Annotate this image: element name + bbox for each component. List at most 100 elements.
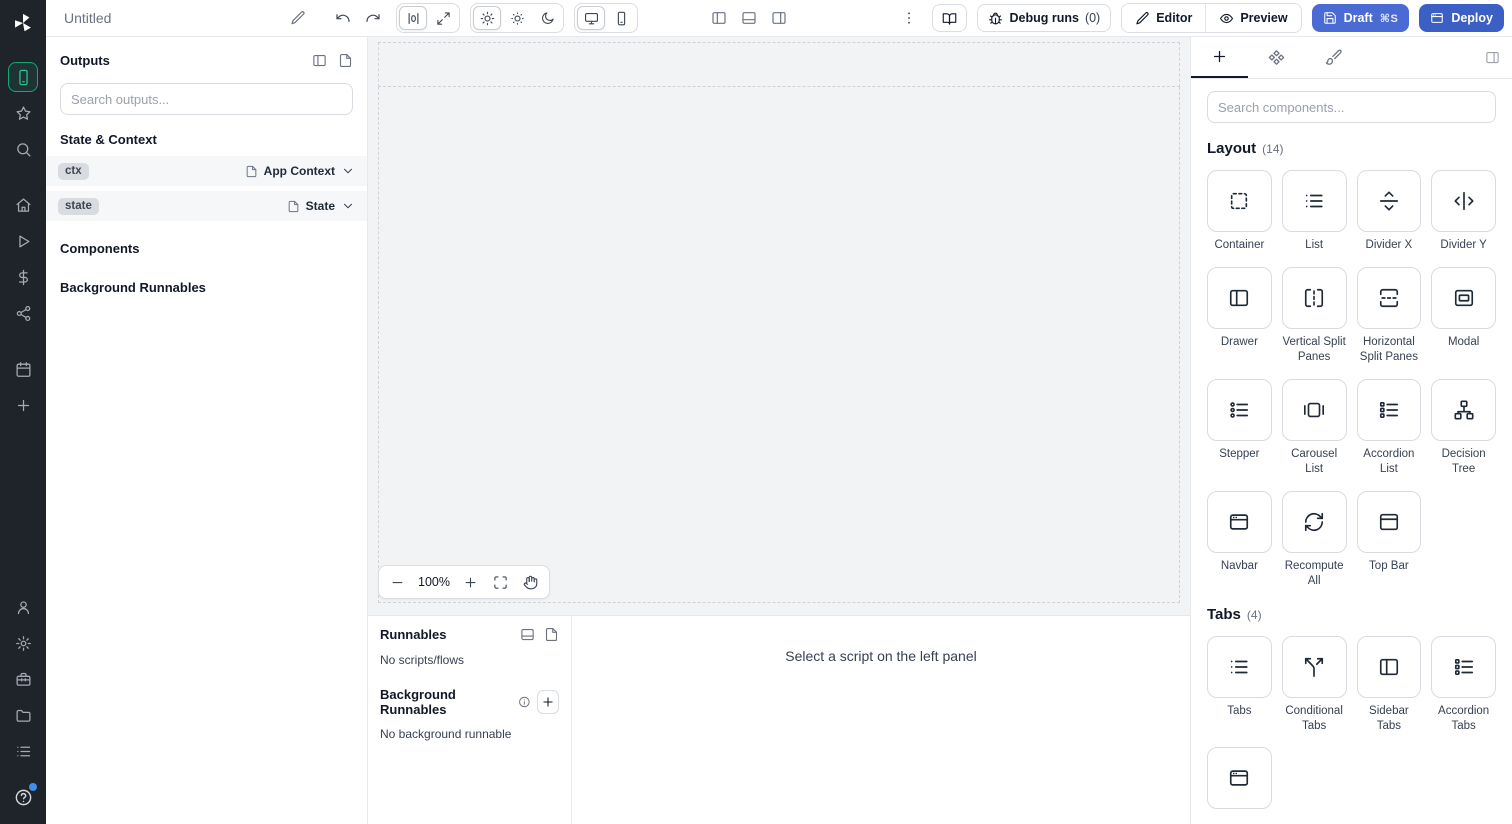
component-card[interactable]: Accordion Tabs [1431,635,1496,734]
rename-icon[interactable] [290,10,306,26]
plus-icon [1211,48,1228,65]
collapse-panel-icon[interactable] [312,53,327,68]
mobile-view-button[interactable] [607,6,635,30]
user-button[interactable] [8,592,38,622]
preview-tab-button[interactable]: Preview [1205,4,1301,32]
components-search-input[interactable] [1207,91,1496,123]
gear-icon [15,635,32,652]
tab-style[interactable] [1305,37,1362,78]
component-card[interactable]: Vertical Split Panes [1281,266,1347,365]
app-canvas[interactable]: 100% [368,37,1190,615]
help-button[interactable] [8,782,38,812]
play-button[interactable] [8,226,38,256]
theme-light-button[interactable] [503,6,531,30]
component-card[interactable]: Conditional Tabs [1281,635,1347,734]
component-card[interactable]: Horizontal Split Panes [1356,266,1422,365]
draft-button[interactable]: Draft ⌘S [1311,4,1410,32]
background-runnables-empty-text: No background runnable [380,727,512,741]
home-button[interactable] [8,190,38,220]
recompute-icon [1303,511,1325,533]
zoom-out-button[interactable] [383,569,411,595]
component-card[interactable]: Divider Y [1431,170,1496,253]
zoom-level: 100% [418,575,450,589]
theme-auto-button[interactable] [473,6,501,30]
star-icon [15,105,32,122]
tab-components[interactable] [1248,37,1305,78]
preview-label: Preview [1240,11,1288,25]
plus-button[interactable] [8,390,38,420]
component-card[interactable]: Accordion List [1356,378,1422,477]
brush-icon [1325,49,1342,66]
windmill-logo[interactable] [12,12,34,34]
redo-button[interactable] [360,5,386,31]
component-card[interactable]: Tabs [1207,635,1272,734]
zoom-in-button[interactable] [457,569,485,595]
component-card[interactable]: Stepper [1207,378,1272,477]
component-card[interactable]: Modal [1431,266,1496,365]
calendar-icon [15,361,32,378]
fit-view-button[interactable] [487,569,515,595]
tab-insert[interactable] [1191,37,1248,78]
debug-runs-button[interactable]: Debug runs (0) [977,4,1112,32]
calendar-button[interactable] [8,354,38,384]
list-button[interactable] [8,736,38,766]
chevron-down-icon[interactable] [341,164,355,178]
add-background-runnable-button[interactable] [537,690,559,714]
pan-button[interactable] [517,569,545,595]
outputs-search-input[interactable] [60,83,353,115]
dock-bottom-icon[interactable] [520,627,535,642]
panel-left-icon [1378,656,1400,678]
component-label: Divider Y [1440,239,1487,251]
component-card[interactable]: Recompute All [1281,490,1347,589]
chevron-down-icon[interactable] [341,199,355,213]
toggle-left-panel-button[interactable] [706,5,732,31]
toggle-bottom-panel-button[interactable] [736,5,762,31]
docs-button[interactable] [932,4,968,32]
gear-button[interactable] [8,628,38,658]
component-card[interactable]: Navbar [1207,490,1272,589]
component-card[interactable]: Container [1207,170,1272,253]
workflow-button[interactable] [8,298,38,328]
pencil-icon [1135,11,1150,26]
info-icon[interactable] [518,695,531,709]
editor-tab-button[interactable]: Editor [1122,4,1206,32]
star-button[interactable] [8,98,38,128]
theme-dark-button[interactable] [533,6,561,30]
components-heading: Components [60,241,140,256]
component-card[interactable]: Sidebar Tabs [1356,635,1422,734]
more-menu-button[interactable] [896,5,922,31]
component-sections: Layout (14) Container List Divider X Divider … [1207,140,1496,815]
docs-list-icon[interactable] [544,627,559,642]
folder-button[interactable] [8,700,38,730]
component-card[interactable]: Top Bar [1356,490,1422,589]
canvas-top-row[interactable] [378,42,1180,87]
component-card[interactable] [1207,747,1272,815]
component-card[interactable]: Drawer [1207,266,1272,365]
toolbox-button[interactable] [8,664,38,694]
output-row-ctx[interactable]: ctx App Context [46,156,367,186]
expand-icon [436,11,451,26]
component-card[interactable]: Decision Tree [1431,378,1496,477]
smartphone-button[interactable] [8,62,38,92]
desktop-view-button[interactable] [577,6,605,30]
component-card[interactable]: List [1281,170,1347,253]
search-button[interactable] [8,134,38,164]
app-title[interactable]: Untitled [64,10,111,26]
component-card[interactable]: Carousel List [1281,378,1347,477]
panel-left-icon [711,10,727,26]
carousel-icon [1303,399,1325,421]
toggle-right-panel-button[interactable] [766,5,792,31]
collapse-right-panel-icon[interactable] [1485,50,1500,65]
undo-button[interactable] [330,5,356,31]
list-icon [15,743,32,760]
docs-list-icon[interactable] [338,53,353,68]
output-row-state[interactable]: state State [46,191,367,221]
ctx-badge: ctx [58,162,89,180]
list-icon [1228,656,1250,678]
canvas-grid[interactable] [378,87,1180,603]
component-card[interactable]: Divider X [1356,170,1422,253]
fixed-width-button[interactable] [399,6,427,30]
expand-width-button[interactable] [429,6,457,30]
deploy-button[interactable]: Deploy [1419,4,1504,32]
dollar-button[interactable] [8,262,38,292]
